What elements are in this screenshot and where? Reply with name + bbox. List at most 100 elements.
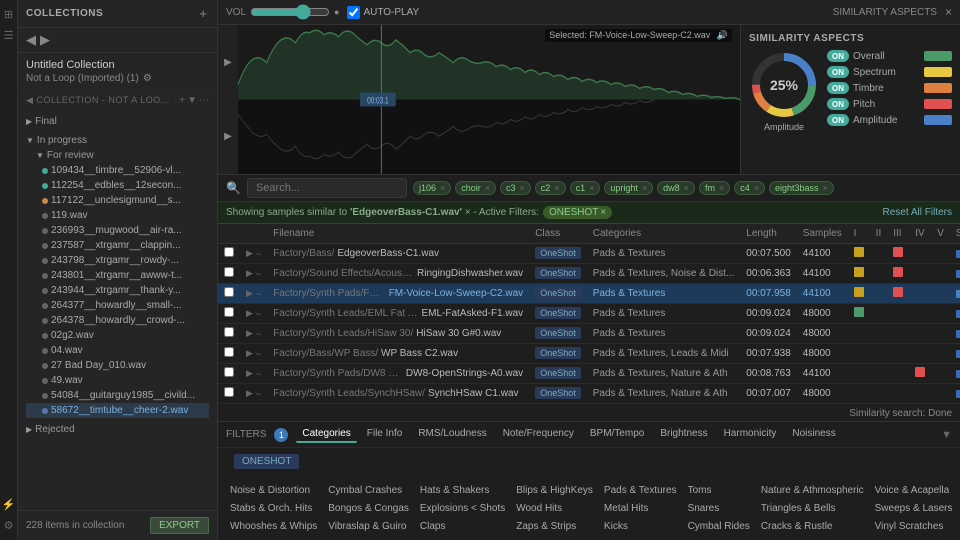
sidebar-file-item[interactable]: 58672__timtube__cheer-2.wav: [26, 403, 209, 418]
col-filename[interactable]: Filename: [267, 224, 529, 244]
category-item[interactable]: Voice & Acapella: [871, 483, 957, 498]
col-samples[interactable]: Samples: [797, 224, 848, 244]
table-row[interactable]: ▶ ~ Factory/Bass/ EdgeoverBass-C1.wav On…: [218, 244, 960, 264]
row-waveform-btn[interactable]: ~: [256, 289, 261, 299]
row-checkbox[interactable]: [224, 287, 234, 297]
back-btn[interactable]: ◀: [26, 32, 36, 48]
tag-upright[interactable]: upright ×: [604, 181, 653, 195]
row-waveform-btn[interactable]: ~: [256, 249, 261, 259]
play-btn-bottom[interactable]: ▶: [224, 131, 232, 142]
col-v[interactable]: V: [931, 224, 950, 244]
col-iv[interactable]: IV: [909, 224, 931, 244]
row-play-btn[interactable]: ▶: [246, 388, 253, 399]
oneshot-badge[interactable]: ONESHOT: [234, 454, 299, 469]
collection-action-plus[interactable]: +: [179, 95, 185, 106]
table-row[interactable]: ▶ ~ Factory/Synth Leads/SynchHSaw/ Synch…: [218, 384, 960, 404]
table-row[interactable]: ▶ ~ Factory/Synth Leads/HiSaw 30/ HiSaw …: [218, 324, 960, 344]
category-item[interactable]: Metal Hits: [600, 501, 681, 516]
table-row[interactable]: ▶ ~ Factory/Sound Effects/Acoustic/ Ring…: [218, 264, 960, 284]
settings-icon[interactable]: ⚙: [4, 519, 14, 532]
reset-all-btn[interactable]: Reset All Filters: [883, 207, 952, 218]
category-item[interactable]: Noise & Distortion: [226, 483, 321, 498]
category-item[interactable]: Blips & HighKeys: [512, 483, 597, 498]
filter-tab-file-info[interactable]: File Info: [361, 426, 409, 443]
sidebar-file-item[interactable]: 54084__guitarguy1985__civild...: [26, 388, 209, 403]
category-item[interactable]: Snares: [684, 501, 754, 516]
amplitude-toggle[interactable]: ON: [827, 114, 849, 126]
pitch-toggle[interactable]: ON: [827, 98, 849, 110]
filter-tab-note-frequency[interactable]: Note/Frequency: [497, 426, 580, 443]
row-checkbox[interactable]: [224, 367, 234, 377]
col-length[interactable]: Length: [740, 224, 797, 244]
category-item[interactable]: Kicks: [600, 519, 681, 534]
category-item[interactable]: Claps: [416, 519, 509, 534]
tag-choir[interactable]: choir ×: [455, 181, 496, 195]
row-play-btn[interactable]: ▶: [246, 308, 253, 319]
oneshot-filter-tag[interactable]: ONESHOT ×: [543, 206, 612, 219]
category-item[interactable]: Stabs & Orch. Hits: [226, 501, 321, 516]
autoplay-checkbox[interactable]: [347, 6, 360, 19]
section-for-review[interactable]: ▼ For review: [36, 148, 209, 163]
row-waveform-btn[interactable]: ~: [256, 389, 261, 399]
forward-btn[interactable]: ▶: [40, 32, 50, 48]
category-item[interactable]: Cymbal Crashes: [324, 483, 413, 498]
tag-c3[interactable]: c3 ×: [500, 181, 531, 195]
row-waveform-btn[interactable]: ~: [256, 349, 261, 359]
overall-toggle[interactable]: ON: [827, 50, 849, 62]
sidebar-file-item[interactable]: 236993__mugwood__air-ra...: [26, 223, 209, 238]
tag-c2[interactable]: c2 ×: [535, 181, 566, 195]
sidebar-file-item[interactable]: 117122__unclesigmund__s...: [26, 193, 209, 208]
sidebar-file-item[interactable]: 27 Bad Day_010.wav: [26, 358, 209, 373]
list-icon[interactable]: ☰: [4, 29, 14, 42]
sidebar-file-item[interactable]: 243798__xtrgamr__rowdy-...: [26, 253, 209, 268]
row-waveform-btn[interactable]: ~: [256, 329, 261, 339]
sidebar-file-item[interactable]: 264377__howardly__small-...: [26, 298, 209, 313]
sidebar-file-item[interactable]: 243944__xtrgamr__thank-y...: [26, 283, 209, 298]
col-iii[interactable]: III: [887, 224, 909, 244]
row-checkbox[interactable]: [224, 247, 234, 257]
row-play-btn[interactable]: ▶: [246, 348, 253, 359]
category-item[interactable]: Pads & Textures: [600, 483, 681, 498]
filter-tab-brightness[interactable]: Brightness: [654, 426, 713, 443]
category-item[interactable]: Cracks & Rustle: [757, 519, 868, 534]
search-input[interactable]: [247, 178, 407, 198]
export-btn[interactable]: EXPORT: [150, 517, 209, 534]
collection-action-dots[interactable]: ⋯: [199, 95, 209, 106]
sidebar-file-item[interactable]: 109434__timbre__52906-vl...: [26, 163, 209, 178]
grid-icon[interactable]: ⊞: [4, 8, 13, 21]
category-item[interactable]: Toms: [684, 483, 754, 498]
row-checkbox[interactable]: [224, 347, 234, 357]
sidebar-file-item[interactable]: 243801__xtrgamr__awww-t...: [26, 268, 209, 283]
filter-tab-noisiness[interactable]: Noisiness: [786, 426, 841, 443]
lightning-icon[interactable]: ⚡: [2, 498, 16, 511]
filter-tab-rms-loudness[interactable]: RMS/Loudness: [412, 426, 492, 443]
add-collection-btn[interactable]: +: [197, 6, 209, 21]
sidebar-file-item[interactable]: 49.wav: [26, 373, 209, 388]
tag-c4[interactable]: c4 ×: [734, 181, 765, 195]
table-row[interactable]: ▶ ~ Factory/Synth Pads/DW8 Ope... DW8-Op…: [218, 364, 960, 384]
category-item[interactable]: Triangles & Bells: [757, 501, 868, 516]
filter-tab-bpm-tempo[interactable]: BPM/Tempo: [584, 426, 650, 443]
table-row[interactable]: ▶ ~ Factory/Synth Leads/EML Fat Aske... …: [218, 304, 960, 324]
sidebar-file-item[interactable]: 119.wav: [26, 208, 209, 223]
row-checkbox[interactable]: [224, 267, 234, 277]
sidebar-file-item[interactable]: 264378__howardly__crowd-...: [26, 313, 209, 328]
filter-tab-categories[interactable]: Categories: [296, 426, 356, 443]
row-play-btn[interactable]: ▶: [246, 288, 253, 299]
sidebar-file-item[interactable]: 04.wav: [26, 343, 209, 358]
category-item[interactable]: Vibraslap & Guiro: [324, 519, 413, 534]
collection-gear-icon[interactable]: ⚙: [143, 73, 152, 84]
row-play-btn[interactable]: ▶: [246, 328, 253, 339]
tag-c1[interactable]: c1 ×: [570, 181, 601, 195]
row-play-btn[interactable]: ▶: [246, 248, 253, 259]
col-i[interactable]: I: [848, 224, 870, 244]
row-checkbox[interactable]: [224, 387, 234, 397]
category-item[interactable]: Whooshes & Whips: [226, 519, 321, 534]
row-play-btn[interactable]: ▶: [246, 268, 253, 279]
table-row[interactable]: ▶ ~ Factory/Bass/WP Bass/ WP Bass C2.wav…: [218, 344, 960, 364]
category-item[interactable]: Vinyl Scratches: [871, 519, 957, 534]
col-ii[interactable]: II: [870, 224, 888, 244]
vol-slider[interactable]: [250, 4, 330, 20]
col-class[interactable]: Class: [529, 224, 587, 244]
sidebar-file-item[interactable]: 02g2.wav: [26, 328, 209, 343]
